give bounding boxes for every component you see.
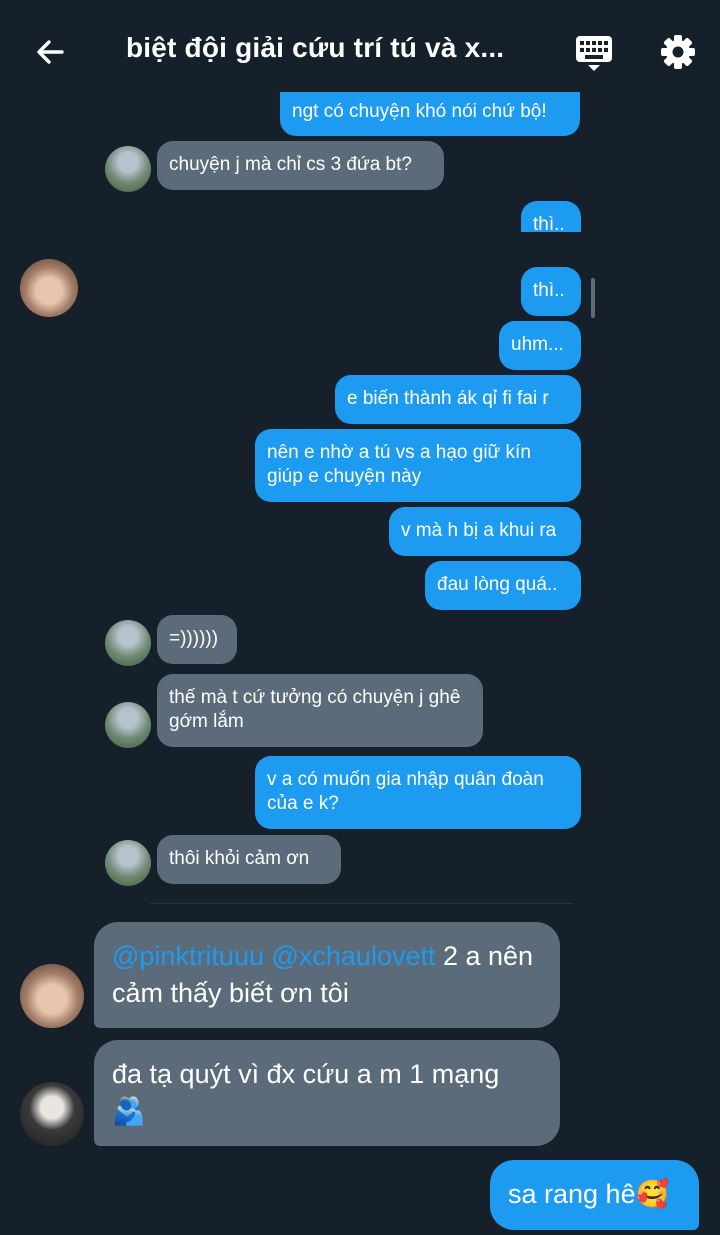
message-text: đa tạ quýt vì đx cứu a m 1 mạng — [112, 1059, 500, 1089]
mention-link[interactable]: @pinktrituuu @xchaulovett — [112, 941, 435, 971]
screenshot-message: thì.. — [521, 267, 581, 316]
avatar — [20, 259, 78, 317]
emoji: 🥰 — [635, 1179, 670, 1209]
avatar — [105, 146, 151, 192]
avatar — [105, 620, 151, 666]
message-text: sa rang hê — [508, 1179, 636, 1209]
screenshot-message: v a có muốn gia nhập quân đoàn của e k? — [255, 756, 581, 829]
message-bubble[interactable]: sa rang hê🥰 — [490, 1160, 699, 1230]
screenshot-message: ngt có chuyện khó nói chứ bộ! — [280, 92, 580, 136]
screenshot-message: thế mà t cứ tưởng có chuyện j ghê gớm lắ… — [157, 674, 483, 747]
keyboard-button[interactable] — [570, 28, 618, 76]
avatar — [105, 702, 151, 748]
message-bubble[interactable]: đa tạ quýt vì đx cứu a m 1 mạng 🫂 — [94, 1040, 560, 1146]
screenshot-message: đau lòng quá.. — [425, 561, 581, 610]
message-bubble[interactable]: @pinktrituuu @xchaulovett 2 a nên cảm th… — [94, 922, 560, 1028]
avatar — [20, 964, 84, 1028]
scrollbar-thumb[interactable] — [591, 278, 595, 318]
screenshot-message: =)))))) — [157, 615, 237, 664]
conversation-title[interactable]: biệt đội giải cứu trí tú và x... — [126, 32, 546, 64]
avatar — [105, 840, 151, 886]
gear-icon — [661, 35, 695, 69]
screenshot-message: thì.. — [521, 201, 581, 232]
screenshot-message: nên e nhờ a tú vs a hạo giữ kín giúp e c… — [255, 429, 581, 502]
settings-button[interactable] — [654, 28, 702, 76]
keyboard-icon — [576, 36, 612, 71]
screenshot-message: e biến thành ák qỉ fi fai r — [335, 375, 581, 424]
screenshot-message: thôi khỏi cảm ơn — [157, 835, 341, 884]
screenshot-message: v mà h bị a khui ra — [389, 507, 581, 556]
emoji: 🫂 — [112, 1096, 146, 1126]
arrow-left-icon — [37, 40, 64, 64]
divider — [150, 903, 574, 904]
conversation-header: biệt đội giải cứu trí tú và x... — [0, 0, 720, 100]
avatar — [20, 1082, 84, 1146]
back-button[interactable] — [28, 30, 72, 74]
screenshot-message: chuyện j mà chỉ cs 3 đứa bt? — [157, 141, 444, 190]
screenshot-message: uhm... — [499, 321, 581, 370]
